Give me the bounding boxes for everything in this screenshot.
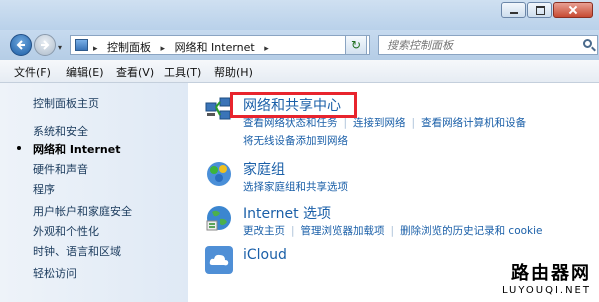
history-dropdown-icon[interactable]: ▾: [58, 43, 62, 52]
sidebar-item-clock[interactable]: 时钟、语言和区域: [33, 243, 121, 259]
link-connect-to-network[interactable]: 连接到网络: [353, 117, 406, 129]
network-center-links-2: 将无线设备添加到网络: [243, 133, 348, 148]
sidebar-item-home[interactable]: 控制面板主页: [33, 95, 99, 111]
breadcrumb-control-panel[interactable]: 控制面板: [107, 41, 151, 54]
link-divider: |: [390, 225, 395, 237]
breadcrumb: ▸ 控制面板 ▸ 网络和 Internet ▸: [93, 39, 275, 55]
sidebar-item-accounts[interactable]: 用户帐户和家庭安全: [33, 203, 132, 219]
internet-options-links: 更改主页 | 管理浏览器加载项 | 删除浏览的历史记录和 cookie: [243, 223, 543, 238]
title-bar: [0, 0, 599, 30]
link-change-homepage[interactable]: 更改主页: [243, 225, 285, 237]
breadcrumb-separator[interactable]: ▸: [161, 44, 166, 54]
link-divider: |: [291, 225, 295, 237]
menu-help[interactable]: 帮助(H): [214, 64, 253, 80]
highlight-box: [230, 92, 357, 118]
sidebar-item-security[interactable]: 系统和安全: [33, 123, 88, 139]
menu-tools[interactable]: 工具(T): [164, 64, 201, 80]
search-input[interactable]: [385, 38, 569, 53]
menu-file[interactable]: 文件(F): [14, 64, 51, 80]
watermark: 路由器网 LUYOUQI.NET: [502, 259, 591, 296]
sidebar: 控制面板主页 系统和安全 网络和 Internet 硬件和声音 程序 用户帐户和…: [0, 83, 188, 302]
search-box[interactable]: [378, 35, 598, 55]
arrow-right-icon: [41, 40, 50, 50]
back-button[interactable]: [10, 34, 32, 56]
sidebar-item-appearance[interactable]: 外观和个性化: [33, 223, 99, 239]
breadcrumb-separator: ▸: [93, 44, 98, 54]
link-add-wireless-device[interactable]: 将无线设备添加到网络: [243, 135, 348, 147]
watermark-url: LUYOUQI.NET: [501, 285, 591, 296]
link-view-network-status[interactable]: 查看网络状态和任务: [243, 117, 338, 129]
sidebar-item-network: 网络和 Internet: [33, 143, 121, 156]
link-manage-addons[interactable]: 管理浏览器加载项: [301, 225, 385, 237]
internet-options-title[interactable]: Internet 选项: [243, 203, 331, 223]
homegroup-icon: [207, 162, 231, 186]
menu-view[interactable]: 查看(V): [116, 64, 154, 80]
icloud-title[interactable]: iCloud: [243, 247, 287, 263]
breadcrumb-network[interactable]: 网络和 Internet: [175, 41, 255, 54]
arrow-left-icon: [16, 40, 25, 50]
homegroup-links: 选择家庭组和共享选项: [243, 179, 348, 194]
control-panel-icon: [75, 39, 88, 51]
breadcrumb-separator[interactable]: ▸: [264, 44, 269, 54]
sidebar-item-programs[interactable]: 程序: [33, 181, 55, 197]
menu-edit[interactable]: 编辑(E): [66, 64, 104, 80]
link-homegroup-options[interactable]: 选择家庭组和共享选项: [243, 181, 348, 193]
link-divider: |: [411, 117, 416, 129]
navigation-bar: ▾ ▸ 控制面板 ▸ 网络和 Internet ▸ ▾ ↻: [0, 30, 599, 60]
sidebar-item-hardware[interactable]: 硬件和声音: [33, 161, 88, 177]
homegroup-title[interactable]: 家庭组: [243, 159, 285, 179]
link-view-network-computers[interactable]: 查看网络计算机和设备: [421, 117, 526, 129]
menu-bar: 文件(F) 编辑(E) 查看(V) 工具(T) 帮助(H): [0, 60, 599, 83]
forward-button[interactable]: [34, 34, 56, 56]
active-bullet: [17, 146, 21, 150]
cloud-icon: [205, 246, 233, 274]
link-divider: |: [343, 117, 348, 129]
address-bar[interactable]: ▸ 控制面板 ▸ 网络和 Internet ▸ ▾: [70, 35, 370, 55]
search-icon[interactable]: [583, 39, 592, 48]
maximize-button[interactable]: [527, 2, 552, 18]
close-button[interactable]: [553, 2, 593, 18]
refresh-button[interactable]: ↻: [345, 35, 367, 55]
watermark-title: 路由器网: [511, 263, 591, 284]
globe-icon: [206, 206, 231, 231]
minimize-button[interactable]: [501, 2, 526, 18]
link-delete-history[interactable]: 删除浏览的历史记录和 cookie: [400, 225, 542, 237]
window-controls: [500, 2, 593, 18]
sidebar-item-access[interactable]: 轻松访问: [33, 265, 77, 281]
